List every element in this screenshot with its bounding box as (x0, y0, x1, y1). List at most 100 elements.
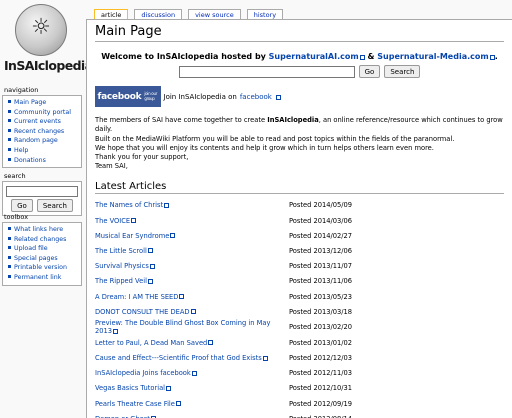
sidebar-item-help[interactable]: Help (14, 147, 28, 154)
article-link[interactable]: The Little Scroll (95, 247, 147, 255)
article-title-cell: Musical Ear Syndrome (95, 228, 289, 243)
article-link[interactable]: Survival Physics (95, 262, 149, 270)
sidebar-search-button[interactable]: Search (36, 199, 73, 212)
article-title-cell: Vegas Basics Tutorial (95, 381, 289, 396)
toolbox-item-printable-version[interactable]: Printable version (14, 264, 67, 271)
toolbox-item-permanent-link[interactable]: Permanent link (14, 274, 61, 281)
sidebar-item-donations[interactable]: Donations (14, 157, 46, 164)
article-posted-date: Posted 2012/08/14 (289, 411, 504, 418)
external-link-icon (149, 263, 155, 269)
article-link[interactable]: Preview: The Double Blind Ghost Box Comi… (95, 319, 270, 335)
article-posted-date: Posted 2013/11/07 (289, 262, 353, 271)
sidebar-item-community-portal[interactable]: Community portal (14, 109, 71, 116)
article-posted-date: Posted 2012/10/31 (289, 384, 353, 393)
main-search-input[interactable] (178, 65, 355, 78)
facebook-badge-text: facebook (97, 91, 142, 102)
navigation-list: Main Page Community portal Current event… (2, 95, 82, 169)
table-row: Survival Physics Posted 2013/11/07 (95, 259, 504, 274)
article-link[interactable]: Pearls Theatre Case File (95, 400, 175, 408)
toolbox-item-related-changes[interactable]: Related changes (14, 236, 66, 243)
intro-line-2: Built on the MediaWiki Platform you will… (95, 134, 455, 143)
article-link[interactable]: The Ripped Veil (95, 277, 147, 285)
external-link-icon (147, 248, 153, 254)
main-search-bar: Go Search (95, 65, 504, 78)
table-row: Demon or GhostPosted 2012/08/14 (95, 411, 504, 418)
table-row: A Dream: I AM THE SEED Posted 2013/05/23 (95, 289, 504, 304)
external-link-icon (208, 340, 214, 346)
article-link[interactable]: Letter to Paul, A Dead Man Saved (95, 339, 207, 347)
article-posted-date: Posted 2014/02/27 (289, 231, 353, 240)
sidebar-item-random-page[interactable]: Random page (14, 137, 58, 144)
article-posted-date: Posted 2013/01/02 (289, 338, 353, 347)
article-title-cell: Pearls Theatre Case File (95, 396, 289, 411)
table-row: The VOICE Posted 2014/03/06 (95, 213, 504, 228)
intro-line-5: Team SAI, (95, 162, 128, 171)
facebook-badge-sub: join our group (144, 91, 158, 101)
article-title-cell: DONOT CONSULT THE DEAD (95, 304, 289, 319)
article-posted-date: Posted 2012/09/19 (289, 399, 353, 408)
search-heading: search (4, 172, 26, 180)
toolbox-item-upload-file[interactable]: Upload file (14, 245, 48, 252)
article-link[interactable]: DONOT CONSULT THE DEAD (95, 308, 190, 316)
welcome-prefix: Welcome to (101, 52, 157, 61)
supernatural-media-link[interactable]: Supernatural-Media.com (377, 52, 488, 61)
navigation-portlet: navigation Main Page Community portal Cu… (2, 86, 82, 169)
article-link[interactable]: The VOICE (95, 217, 130, 225)
welcome-suffix: . (494, 52, 498, 61)
logo-text: InSAIclopedia (4, 58, 93, 73)
article-posted-date: Posted 2013/05/23 (289, 292, 353, 301)
main-search-button[interactable]: Search (384, 65, 421, 78)
sidebar-item-recent-changes[interactable]: Recent changes (14, 128, 64, 135)
article-title-cell: A Dream: I AM THE SEED (95, 289, 289, 304)
external-link-icon (164, 202, 170, 208)
external-link-icon (262, 355, 268, 361)
latest-articles-heading: Latest Articles (95, 181, 504, 194)
article-title-cell: Demon or Ghost (95, 411, 289, 418)
latest-articles-table: The Names of Christ Posted 2014/05/09 The … (95, 198, 504, 418)
welcome-line: Welcome to InSAIclopedia hosted by Super… (95, 52, 504, 61)
table-row: The Ripped Veil Posted 2013/11/06 (95, 274, 504, 289)
table-row: The Names of Christ Posted 2014/05/09 (95, 198, 504, 213)
intro-text: The members of SAI have come together to… (95, 116, 504, 172)
article-posted-date: Posted 2013/12/06 (289, 246, 353, 255)
article-title-cell: Preview: The Double Blind Ghost Box Comi… (95, 319, 289, 335)
site-logo[interactable]: ☼ InSAIclopedia (0, 0, 93, 84)
toolbox-item-special-pages[interactable]: Special pages (14, 255, 58, 262)
sidebar-search-input[interactable] (6, 186, 78, 197)
article-title-cell: The Little Scroll (95, 243, 289, 258)
toolbox-list: What links here Related changes Upload f… (2, 222, 82, 286)
article-title-cell: Letter to Paul, A Dead Man Saved (95, 335, 289, 350)
article-link[interactable]: Vegas Basics Tutorial (95, 384, 165, 392)
external-link-icon (191, 370, 197, 376)
page-title: Main Page (95, 24, 504, 42)
facebook-row: facebook join our group Join InSAIcloped… (94, 86, 505, 107)
article-link[interactable]: InSAIclopedia Joins facebook (95, 369, 191, 377)
main-go-button[interactable]: Go (358, 65, 381, 78)
facebook-group-badge[interactable]: facebook join our group (94, 86, 161, 107)
table-row: DONOT CONSULT THE DEAD Posted 2013/03/18 (95, 304, 504, 319)
facebook-join-text: Join InSAIclopedia on (163, 92, 237, 101)
sidebar-item-current-events[interactable]: Current events (14, 118, 61, 125)
article-link[interactable]: Cause and Effect---Scientific Proof that… (95, 354, 262, 362)
article-posted-date: Posted 2013/03/18 (289, 307, 353, 316)
toolbox-item-what-links-here[interactable]: What links here (14, 226, 63, 233)
article-title-cell: The VOICE (95, 213, 289, 228)
article-link[interactable]: Musical Ear Syndrome (95, 232, 169, 240)
supernaturalai-link[interactable]: SupernaturalAI.com (269, 52, 359, 61)
table-row: Preview: The Double Blind Ghost Box Comi… (95, 319, 504, 335)
external-link-icon (179, 294, 185, 299)
article-link[interactable]: A Dream: I AM THE SEED (95, 293, 178, 301)
article-link[interactable]: The Names of Christ (95, 201, 163, 209)
external-link-icon (166, 385, 172, 391)
search-portlet: search Go Search (2, 172, 82, 216)
facebook-link[interactable]: facebook (240, 93, 272, 101)
sidebar-item-main-page[interactable]: Main Page (14, 99, 46, 106)
main-content: Main Page Welcome to InSAIclopedia hoste… (86, 19, 512, 418)
article-posted-date: Posted 2012/12/03 (289, 354, 353, 363)
sidebar-go-button[interactable]: Go (11, 199, 33, 212)
article-title-cell: The Ripped Veil (95, 274, 289, 289)
article-title-cell: InSAIclopedia Joins facebook (95, 366, 289, 381)
table-row: Cause and Effect---Scientific Proof that… (95, 350, 504, 365)
welcome-amp: & (364, 52, 378, 61)
table-row: Musical Ear Syndrome Posted 2014/02/27 (95, 228, 504, 243)
